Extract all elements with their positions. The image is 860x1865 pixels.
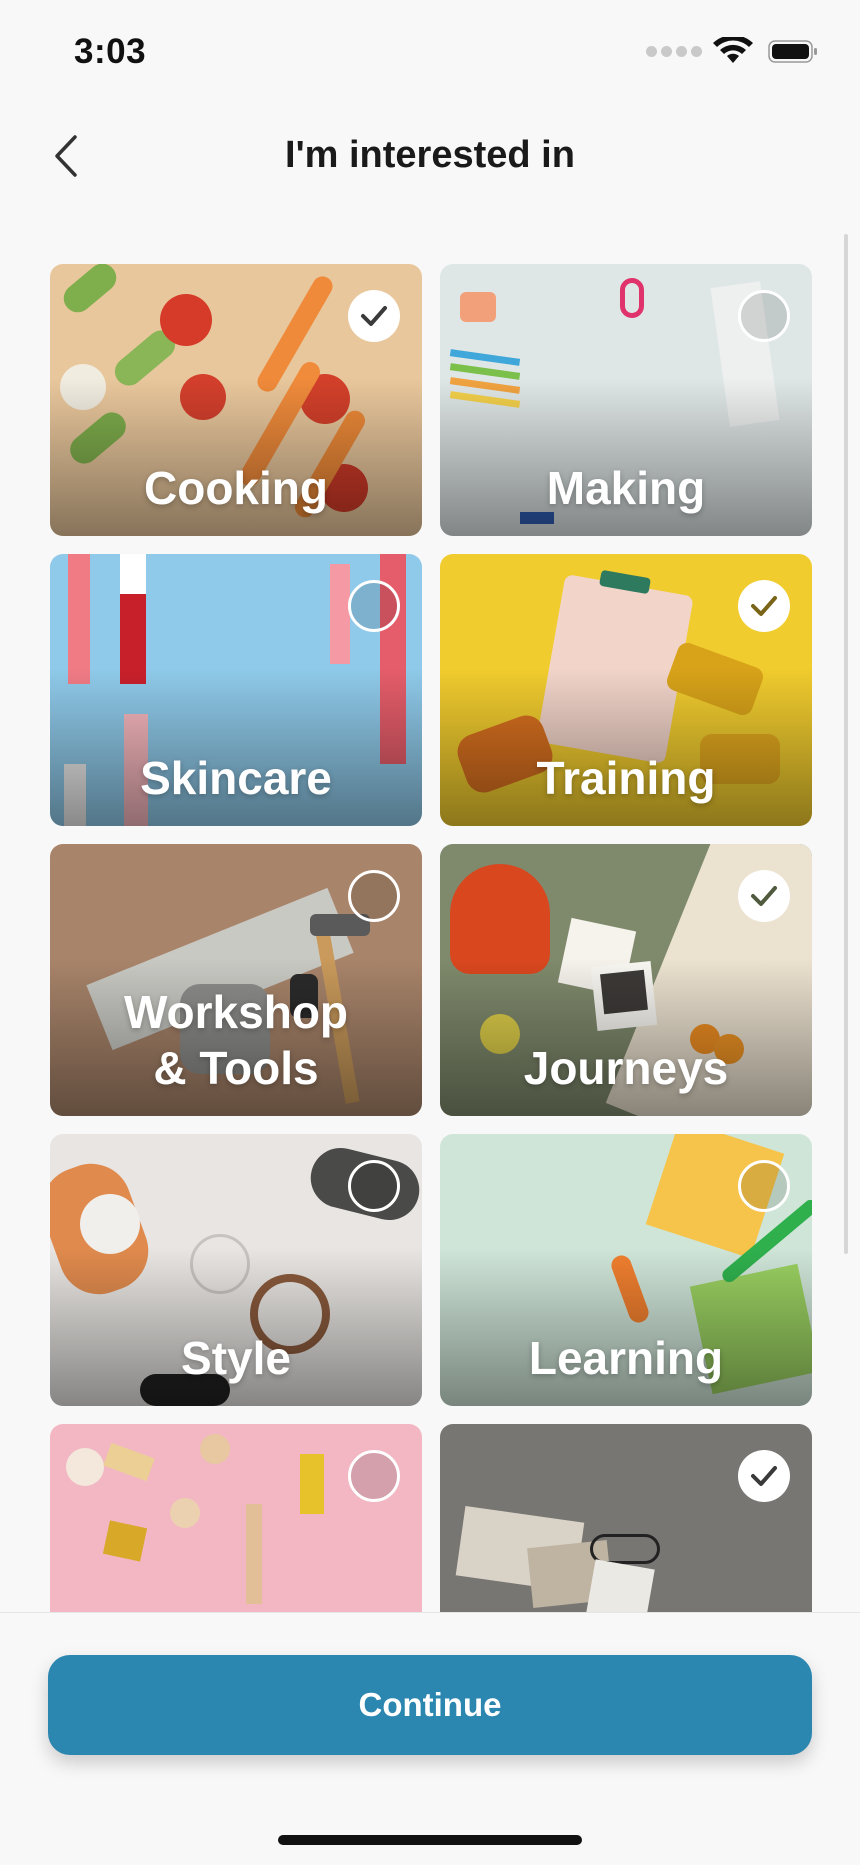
category-tile-training[interactable]: Training [440, 554, 812, 826]
status-time: 3:03 [74, 32, 147, 71]
nav-bar: I'm interested in [0, 104, 860, 208]
category-tile-workshop-tools[interactable]: Workshop & Tools [50, 844, 422, 1116]
checkmark-icon [751, 886, 777, 906]
selection-check[interactable] [738, 1450, 790, 1502]
checkmark-icon [361, 306, 387, 326]
category-label: Journeys [523, 1042, 729, 1094]
category-label: Making [546, 462, 706, 514]
category-tile-learning[interactable]: Learning [440, 1134, 812, 1406]
selection-check[interactable] [348, 290, 400, 342]
selection-check[interactable] [738, 1160, 790, 1212]
checkmark-icon [751, 1466, 777, 1486]
category-tile-journeys[interactable]: Journeys [440, 844, 812, 1116]
status-bar: 3:03 [0, 0, 860, 104]
selection-check[interactable] [738, 290, 790, 342]
category-tile-toys[interactable] [50, 1424, 422, 1612]
signal-dots-icon [646, 46, 702, 57]
selection-check[interactable] [348, 870, 400, 922]
category-tile-making[interactable]: Making [440, 264, 812, 536]
category-label: Cooking [144, 462, 328, 514]
selection-check[interactable] [348, 580, 400, 632]
category-tile-cooking[interactable]: Cooking [50, 264, 422, 536]
bottom-action-area: Continue [0, 1612, 860, 1865]
category-grid: Cooking Making Skincare Training Worksho… [0, 208, 860, 1612]
scroll-indicator[interactable] [844, 234, 848, 1254]
checkmark-icon [751, 596, 777, 616]
page-title: I'm interested in [285, 134, 575, 176]
selection-check[interactable] [738, 870, 790, 922]
category-label: Style [181, 1332, 291, 1384]
category-label: Skincare [140, 752, 332, 804]
selection-check[interactable] [348, 1450, 400, 1502]
wifi-icon [713, 37, 753, 63]
category-tile-memories[interactable] [440, 1424, 812, 1612]
category-tile-style[interactable]: Style [50, 1134, 422, 1406]
battery-icon [768, 40, 817, 63]
category-label: Training [536, 752, 716, 804]
selection-check[interactable] [348, 1160, 400, 1212]
category-label: Workshop & Tools [123, 986, 349, 1094]
selection-check[interactable] [738, 580, 790, 632]
category-tile-skincare[interactable]: Skincare [50, 554, 422, 826]
category-label: Learning [528, 1332, 724, 1384]
continue-button[interactable]: Continue [48, 1655, 812, 1755]
home-indicator[interactable] [278, 1835, 582, 1845]
